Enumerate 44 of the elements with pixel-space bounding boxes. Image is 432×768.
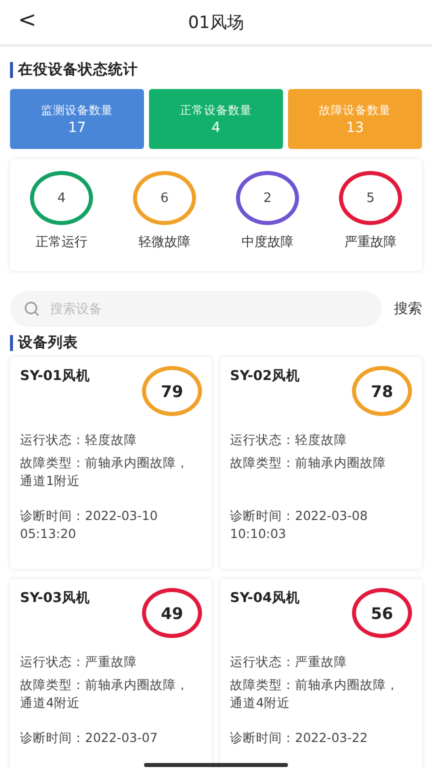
diagnosis-time: 诊断时间：2022-03-10 05:13:20	[20, 507, 159, 543]
stat-label: 监测设备数量	[41, 102, 113, 118]
device-name: SY-03风机	[20, 589, 91, 607]
status-label: 正常运行	[36, 234, 88, 251]
fault-text: 故障类型：前轴承内圈故障	[230, 454, 387, 472]
fault-text: 故障类型：前轴承内圈故障，通道4附近	[230, 676, 400, 712]
stat-label: 故障设备数量	[319, 102, 391, 118]
device-name: SY-04风机	[230, 589, 301, 607]
search-field[interactable]: 搜索设备	[10, 291, 382, 327]
fault-text: 故障类型：前轴承内圈故障，通道4附近	[20, 676, 190, 712]
status-text: 运行状态：轻度故障	[230, 431, 348, 449]
status-text: 运行状态：轻度故障	[20, 431, 138, 449]
count-ring: 2	[236, 171, 299, 225]
status-label: 中度故障	[242, 234, 294, 251]
diagnosis-time: 诊断时间：2022-03-08 10:10:03	[230, 507, 369, 543]
stat-label: 正常设备数量	[180, 102, 252, 118]
device-card[interactable]: SY-01风机 79 运行状态：轻度故障 故障类型：前轴承内圈故障，通道1附近 诊断时间：2022-03-10 05:13:20	[10, 357, 212, 569]
score-ring: 49	[142, 588, 202, 638]
section-title: 在役设备状态统计	[10, 62, 422, 78]
score-ring: 56	[352, 588, 412, 638]
device-name: SY-02风机	[230, 367, 301, 385]
count-ring: 4	[30, 171, 93, 225]
diagnosis-time: 诊断时间：2022-03-22	[230, 729, 369, 747]
status-text: 运行状态：严重故障	[20, 653, 138, 671]
score-ring: 78	[352, 366, 412, 416]
device-card[interactable]: SY-02风机 78 运行状态：轻度故障 故障类型：前轴承内圈故障 诊断时间：2022-03-08 10:10:03	[220, 357, 422, 569]
search-button[interactable]: 搜索	[394, 300, 422, 318]
fault-text: 故障类型：前轴承内圈故障，通道1附近	[20, 454, 190, 490]
search-icon	[24, 301, 40, 317]
stat-value: 17	[68, 120, 86, 136]
page-title: 01风场	[188, 12, 244, 34]
status-label: 严重故障	[344, 234, 396, 251]
stat-value: 13	[346, 120, 364, 136]
search-input[interactable]: 搜索设备	[48, 300, 368, 318]
device-name: SY-01风机	[20, 367, 91, 385]
stat-value: 4	[212, 120, 220, 136]
back-button[interactable]: <	[14, 8, 40, 33]
section-title: 设备列表	[10, 335, 422, 351]
status-text: 运行状态：严重故障	[230, 653, 348, 671]
count-ring: 5	[339, 171, 402, 225]
status-label: 轻微故障	[138, 234, 190, 251]
diagnosis-time: 诊断时间：2022-03-07	[20, 729, 159, 747]
count-ring: 6	[133, 171, 196, 225]
score-ring: 79	[142, 366, 202, 416]
